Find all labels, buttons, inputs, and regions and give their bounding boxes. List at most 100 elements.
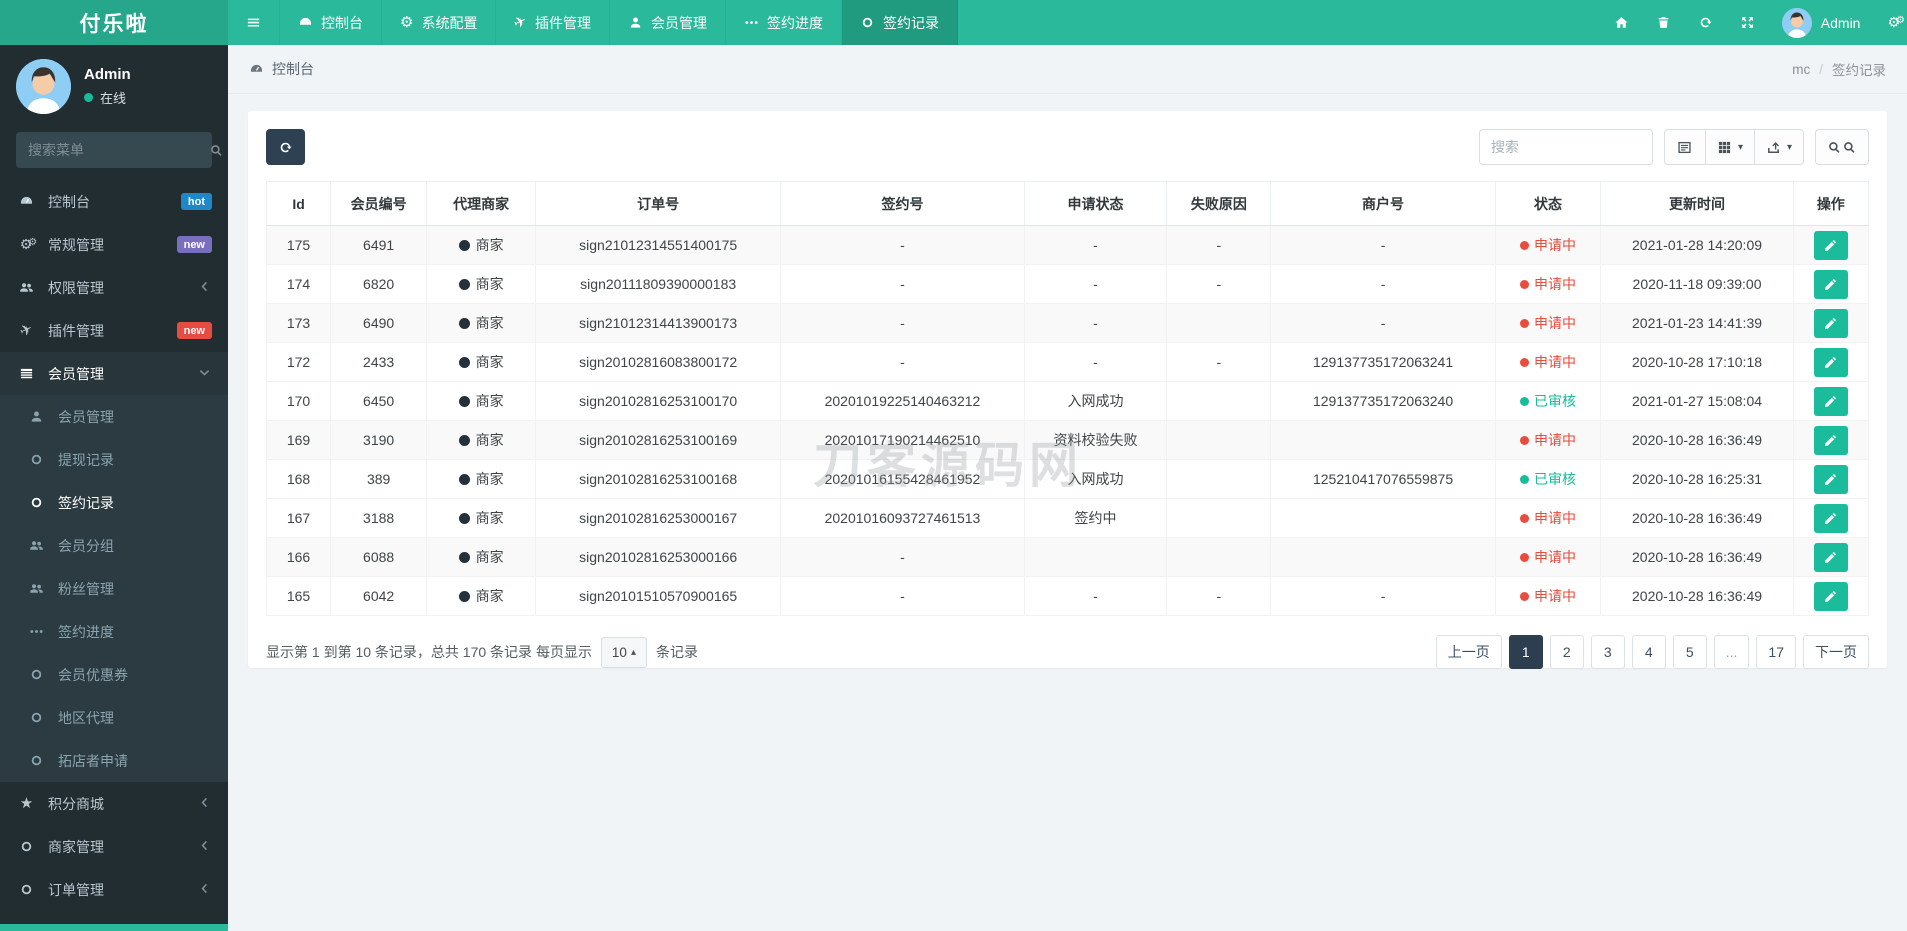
column-header[interactable]: 代理商家 [426,181,537,226]
edit-button[interactable] [1813,425,1848,455]
sidebar-item-控制台[interactable]: 控制台 hot [0,180,228,223]
cell-updated: 2020-10-28 16:25:31 [1600,459,1794,499]
sidebar-toggle[interactable] [228,0,280,45]
sidebar-item-会员管理[interactable]: 会员管理 [0,395,228,438]
recycle-icon[interactable] [1698,15,1713,30]
sidebar-item-会员分组[interactable]: 会员分组 [0,524,228,567]
column-header[interactable]: 状态 [1494,181,1602,226]
table-row: 173 6490 商家 sign21012314413900173- - - 申请中 2021… [265,303,1870,343]
cell-agent: 商家 [426,381,537,421]
top-nav-item[interactable]: ✈ 插件管理 [496,0,611,45]
breadcrumb-current: 签约记录 [1832,63,1886,78]
brand-logo[interactable]: 付乐啦 [0,0,228,45]
sidebar-item-订单管理[interactable]: 订单管理 [0,868,228,911]
sidebar-item-积分商城[interactable]: ★ 积分商城 [0,782,228,825]
top-nav-item[interactable]: 会员管理 [610,0,727,45]
column-header[interactable]: 商户号 [1270,181,1496,226]
column-header[interactable]: 失败原因 [1166,181,1272,226]
page-button[interactable]: 4 [1631,635,1666,669]
column-header[interactable]: 更新时间 [1600,181,1794,226]
cell-agent: 商家 [426,498,537,538]
sidebar-item-优惠券[interactable]: 优惠券 [0,911,228,931]
column-header[interactable]: 申请状态 [1023,181,1168,226]
page-button[interactable]: 17 [1756,635,1796,669]
table-row: 175 6491 商家 sign21012314551400175- - - - 申请中 202… [265,225,1870,265]
sidebar-item-权限管理[interactable]: 权限管理 [0,266,228,309]
sidebar-item-商家管理[interactable]: 商家管理 [0,825,228,868]
cell-order: sign20102816253000167 [535,498,782,538]
page-ellipsis[interactable]: ... [1713,635,1750,669]
cell-member: 3190 [330,420,428,460]
prev-page-button[interactable]: 上一页 [1435,635,1502,669]
cell-sign-no: 20201017190214462510 [780,420,1025,460]
edit-button[interactable] [1813,230,1848,260]
sidebar-item-常规管理[interactable]: ⚙⚙ 常规管理 new [0,223,228,266]
table-icon [16,366,37,381]
edit-button[interactable] [1813,581,1848,611]
cell-apply-status [1023,537,1168,577]
edit-button[interactable] [1813,308,1848,338]
sidebar-item-粉丝管理[interactable]: 粉丝管理 [0,567,228,610]
column-header[interactable]: 签约号 [780,181,1025,226]
sidebar-item-提现记录[interactable]: 提现记录 [0,438,228,481]
top-nav-item[interactable]: 签约记录 [842,0,959,45]
sidebar-item-地区代理[interactable]: 地区代理 [0,696,228,739]
page-button[interactable]: 3 [1590,635,1625,669]
topbar-user[interactable]: Admin [1781,7,1860,38]
export-button[interactable]: ▾ [1753,129,1804,165]
table-search-input[interactable] [1478,129,1653,165]
cell-sign-no: - [780,225,1025,265]
column-header[interactable]: 会员编号 [330,181,428,226]
column-header[interactable]: 订单号 [535,181,782,226]
edit-button[interactable] [1813,386,1848,416]
breadcrumb-left[interactable]: 控制台 [272,59,314,79]
cell-status: 申请中 [1494,498,1602,538]
sidebar-search-input[interactable] [28,142,209,158]
search-button[interactable] [1815,129,1869,165]
edit-button[interactable] [1813,464,1848,494]
edit-button[interactable] [1813,503,1848,533]
trash-icon[interactable] [1656,15,1671,30]
detail-view-button[interactable] [1663,129,1706,165]
circle-icon [16,839,37,854]
cell-id: 175 [265,225,332,265]
columns-button[interactable]: ▾ [1704,129,1755,165]
edit-button[interactable] [1813,269,1848,299]
cell-actions [1792,381,1870,421]
cell-agent: 商家 [426,420,537,460]
page-button[interactable]: 2 [1549,635,1584,669]
cell-apply-status: - [1023,576,1168,616]
cell-actions [1792,342,1870,382]
cell-apply-status: 资料校验失败 [1023,420,1168,460]
page-button[interactable]: 5 [1672,635,1707,669]
top-nav-item[interactable]: 控制台 [280,0,382,45]
plane-icon: ✈ [511,11,531,33]
sidebar-item-会员优惠券[interactable]: 会员优惠券 [0,653,228,696]
page-size-select[interactable]: 10 ▴ [600,636,647,668]
column-header[interactable]: 操作 [1792,181,1870,226]
refresh-button[interactable] [266,129,305,165]
sidebar-item-拓店者申请[interactable]: 拓店者申请 [0,739,228,782]
expand-icon[interactable] [1740,15,1755,30]
top-nav-item[interactable]: ⚙ 系统配置 [382,0,497,45]
sidebar: Admin 在线 控制台hot⚙⚙常规管理new权限管理✈插件管理new会员管理… [0,45,228,931]
breadcrumb-parent[interactable]: mc [1792,62,1810,77]
topbar: 付乐啦 控制台 ⚙ 系统配置 ✈ 插件管理 会员管理 签约进度 签约记录 Admin ⚙⚙ [0,0,1907,45]
sidebar-item-插件管理[interactable]: ✈ 插件管理 new [0,309,228,352]
next-page-button[interactable]: 下一页 [1803,635,1869,669]
pencil-icon [1823,433,1838,448]
edit-button[interactable] [1813,347,1848,377]
cell-fail-reason [1166,498,1272,538]
cell-merchant-no [1270,498,1496,538]
gears-icon[interactable]: ⚙⚙ [1887,15,1905,30]
page-button[interactable]: 1 [1508,635,1543,669]
cell-sign-no: 20201016155428461952 [780,459,1025,499]
sidebar-item-会员管理[interactable]: 会员管理 [0,352,228,395]
edit-button[interactable] [1813,542,1848,572]
sidebar-item-签约进度[interactable]: 签约进度 [0,610,228,653]
sidebar-item-签约记录[interactable]: 签约记录 [0,481,228,524]
top-nav-item[interactable]: 签约进度 [726,0,843,45]
users-icon [16,280,37,295]
home-icon[interactable] [1614,15,1629,30]
column-header[interactable]: Id [265,181,332,226]
